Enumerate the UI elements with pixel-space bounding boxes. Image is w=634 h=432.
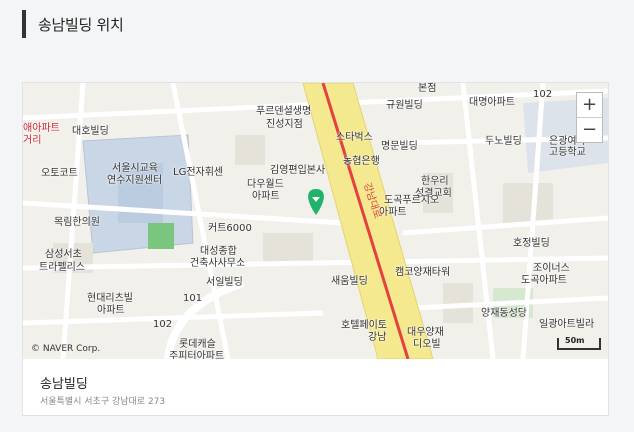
map-label: 디오빌 [413,339,441,350]
map-label: 거리 [23,135,42,146]
map-label: 롯데캐슬 [179,339,216,350]
map-label: 서울시교육 [112,163,158,174]
map-label: 캠코양재타워 [395,267,451,278]
map-label: 애아파트 [23,123,60,134]
map-label: 두노빌딩 [485,136,522,147]
section-title: 송남빌딩 위치 [38,15,124,34]
map-label: LG전자휘센 [173,167,224,178]
header-accent-bar [22,10,26,38]
map-label: 대우양재 [407,327,444,338]
map-label: 김영편입본사 [270,165,326,176]
map-label: 스타벅스 [336,132,373,143]
map-label: 양재동성당 [481,308,527,319]
map-label: 농협은행 [343,156,380,167]
map-label: 대명아파트 [469,97,515,108]
map-label: 한우리 [421,176,449,187]
zoom-control: + − [576,92,603,143]
map-label: 102 [153,319,173,330]
map-label: 목림한의원 [54,217,100,228]
map-label: 명문빌딩 [381,141,418,152]
map-label: 오토코트 [41,168,78,179]
map-label: 호텔페이토 [341,320,387,331]
map-label: 조이너스 [533,263,570,274]
map-label: 커트6000 [208,223,252,234]
map-label: 호정빌딩 [513,238,550,249]
map-label: 대성종합 [200,246,237,257]
place-name: 송남빌딩 [40,377,88,392]
map-label: 도곡아파트 [521,275,567,286]
map-label: 다우월드 [247,179,284,190]
zoom-out-button[interactable]: − [577,117,602,142]
map-view[interactable]: 대호빌딩 서울시교육 연수지원센터 오토코트 LG전자휘센 목림한의원 삼성서초… [23,83,608,359]
map-label: 본점 [418,83,437,94]
map-label: 진성지점 [266,119,303,130]
location-card: 대호빌딩 서울시교육 연수지원센터 오토코트 LG전자휘센 목림한의원 삼성서초… [22,82,609,416]
map-label: 연수지원센터 [107,175,163,186]
map-label: 아파트 [252,191,280,202]
map-label: 도곡푸르지오 [384,195,440,206]
map-label: 삼성서초 [45,249,82,260]
map-label: 주피터아파트 [169,351,225,359]
map-label: 푸르덴셜생명 [256,106,312,117]
place-address: 서울특별시 서초구 강남대로 273 [40,397,166,407]
map-label: 건축사사무소 [190,258,246,269]
map-label: 강남 [368,332,387,343]
zoom-in-button[interactable]: + [577,93,602,117]
map-label: 고등학교 [549,147,586,158]
map-label: 트라펠리스 [39,262,85,273]
map-label: 101 [183,293,203,304]
place-info: 송남빌딩 서울특별시 서초구 강남대로 273 [23,359,608,415]
map-label: 규원빌딩 [386,100,423,111]
map-credit: © NAVER Corp. [31,344,101,354]
map-label: 102 [533,89,553,100]
section-header: 송남빌딩 위치 [22,10,124,38]
map-label: 현대리츠빌 [87,293,133,304]
map-label: 아파트 [97,305,125,316]
map-label: 일광아트빌라 [539,319,595,330]
map-label: 대호빌딩 [72,126,109,137]
scale-label: 50m [565,336,585,345]
map-label: 아파트 [379,207,407,218]
map-label: 서일빌딩 [206,277,243,288]
map-label: 새움빌딩 [331,276,368,287]
